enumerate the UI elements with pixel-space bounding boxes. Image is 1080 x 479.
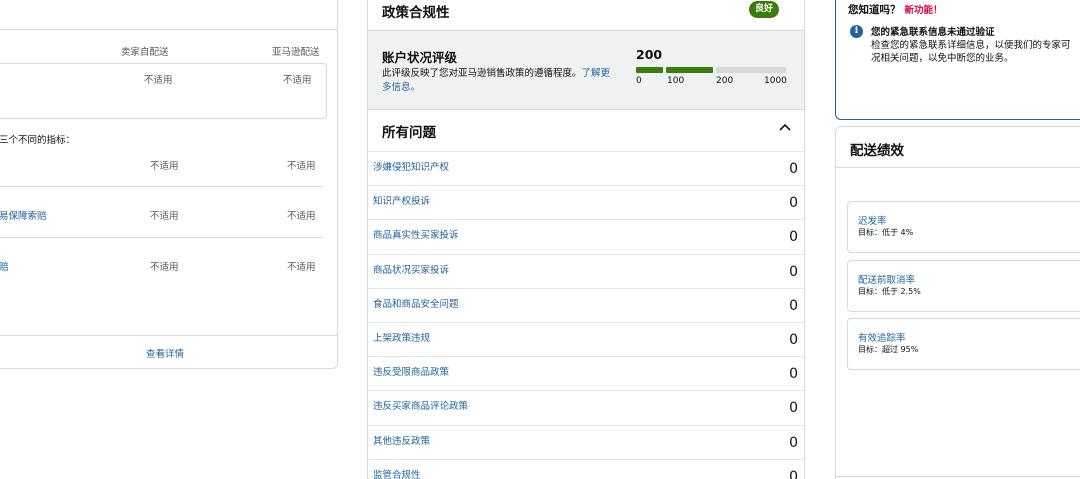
row-amazon-value: 不适用 [287, 211, 316, 222]
alert-text-line: 况相关问题，以免中断您的业务。 [871, 53, 1014, 64]
ahr-description: 此评级反映了您对亚马逊销售政策的遵循程度。了解更多信息。 [382, 67, 618, 95]
view-details-link[interactable]: 查看详情 [0, 346, 337, 360]
issue-label[interactable]: 其他违反政策 [373, 433, 430, 447]
row-amazon-value: 不适用 [287, 161, 316, 172]
metric-name[interactable]: 配送前取消率 [858, 272, 915, 286]
row-seller-value: 不适用 [150, 161, 179, 172]
card-divider [0, 29, 337, 30]
alert-text-line: 检查您的紧急联系详细信息，以便我们的专家可 [871, 40, 1071, 51]
metric-pre-fulfillment-cancel-rate: 配送前取消率 目标：低于 2.5% [847, 260, 1080, 312]
metric-name[interactable]: 迟发率 [858, 213, 887, 227]
ahr-score: 200 [636, 47, 663, 62]
odr-seller-value: 不适用 [144, 75, 173, 86]
issue-label[interactable]: 上架政策违规 [373, 330, 430, 344]
metrics-note: 三个不同的指标： [0, 135, 76, 146]
row-seller-value: 不适用 [150, 262, 179, 273]
issue-row: 违反受限商品政策 0 [368, 356, 804, 390]
issue-row: 商品状况买家投诉 0 [368, 253, 804, 288]
row-seller-value: 不适用 [150, 211, 179, 222]
card-footer-divider [0, 335, 337, 336]
issue-row: 涉嫌侵犯知识产权 0 [368, 151, 804, 185]
row-label-chargeback[interactable]: 赔 [0, 259, 9, 273]
ahr-title: 账户状况评级 [382, 50, 458, 65]
issue-count: 0 [789, 161, 798, 177]
all-issues-title: 所有问题 [382, 125, 436, 141]
issue-count: 0 [789, 263, 798, 280]
odr-amazon-value: 不适用 [283, 75, 312, 86]
row-divider [0, 237, 323, 238]
metric-late-shipment-rate: 迟发率 目标：低于 4% [847, 201, 1080, 253]
issue-row: 上架政策违规 0 [368, 322, 804, 356]
metric-target: 目标：低于 4% [858, 228, 914, 237]
issue-label[interactable]: 商品真实性买家投诉 [373, 227, 459, 241]
col-header-amazon-fulfilled: 亚马逊配送 [272, 47, 320, 58]
issue-label[interactable]: 食品和商品安全问题 [373, 296, 459, 310]
row-divider [0, 186, 323, 187]
metric-target: 目标：超过 95% [858, 345, 919, 354]
issue-count: 0 [789, 229, 798, 246]
score-bar-segment [666, 67, 713, 73]
issue-label[interactable]: 商品状况买家投诉 [373, 262, 449, 276]
issue-row: 商品真实性买家投诉 0 [368, 219, 804, 253]
card-header: 政策合规性 良好 [368, 0, 804, 31]
row-amazon-value: 不适用 [287, 262, 316, 273]
info-icon: i [850, 25, 863, 38]
col-header-seller-fulfilled: 卖家自配送 [121, 47, 169, 58]
issue-row: 监管合规性 0 [368, 458, 804, 479]
new-feature-label: 新功能！ [904, 5, 943, 16]
scale-tick: 0 [636, 76, 642, 86]
order-defect-card: 卖家自配送 亚马逊配送 不适用 不适用 三个不同的指标： 不适用 不适用 易保障… [0, 0, 338, 369]
shipping-performance-title: 配送绩效 [850, 143, 904, 159]
shipping-performance-card: 配送绩效 迟发率 目标：低于 4% 配送前取消率 目标：低于 2.5% 有效追踪… [835, 126, 1080, 479]
metric-valid-tracking-rate: 有效追踪率 目标：超过 95% [847, 318, 1080, 370]
scale-tick: 1000 [764, 76, 787, 86]
did-you-know-label: 您知道吗？ [848, 4, 901, 16]
issue-count: 0 [789, 468, 798, 479]
issue-label[interactable]: 监管合规性 [373, 467, 421, 479]
status-badge: 良好 [749, 1, 780, 18]
issue-row: 食品和商品安全问题 0 [368, 287, 804, 322]
odr-summary-box: 不适用 不适用 [0, 63, 327, 119]
scale-tick: 200 [716, 76, 734, 86]
did-you-know-card: 您知道吗？ 新功能！ i 您的紧急联系信息未通过验证 检查您的紧急联系详细信息，以… [835, 0, 1080, 120]
row-label-a-to-z-claims[interactable]: 易保障索赔 [0, 208, 47, 222]
scale-tick: 100 [667, 76, 685, 86]
metric-target: 目标：低于 2.5% [858, 287, 921, 296]
issue-label[interactable]: 违反受限商品政策 [373, 364, 449, 378]
score-bar-segment [716, 67, 786, 73]
did-you-know-heading: 您知道吗？ 新功能！ [848, 2, 943, 17]
chevron-up-icon[interactable] [779, 120, 791, 135]
issue-count: 0 [789, 434, 798, 451]
issue-row: 知识产权投诉 0 [368, 185, 804, 219]
policy-compliance-card: 政策合规性 良好 账户状况评级 此评级反映了您对亚马逊销售政策的遵循程度。了解更… [367, 0, 805, 479]
issue-label[interactable]: 违反买家商品评论政策 [373, 398, 468, 412]
metric-name[interactable]: 有效追踪率 [858, 330, 906, 344]
issue-row: 其他违反政策 0 [368, 424, 804, 459]
card-divider [836, 476, 1080, 477]
issue-row: 违反买家商品评论政策 0 [368, 390, 804, 424]
policy-compliance-title: 政策合规性 [382, 5, 450, 21]
issue-label[interactable]: 知识产权投诉 [373, 193, 430, 207]
emergency-contact-alert-title: 您的紧急联系信息未通过验证 [871, 27, 995, 38]
issue-count: 0 [789, 297, 798, 314]
issue-count: 0 [789, 400, 798, 417]
card-divider [836, 167, 1080, 168]
score-bar-segment [636, 67, 663, 73]
issue-count: 0 [789, 195, 798, 212]
ahr-description-text: 此评级反映了您对亚马逊销售政策的遵循程度。 [382, 68, 582, 79]
issue-label[interactable]: 涉嫌侵犯知识产权 [373, 159, 449, 173]
issue-count: 0 [789, 366, 798, 383]
account-health-rating: 账户状况评级 此评级反映了您对亚马逊销售政策的遵循程度。了解更多信息。 200 … [368, 30, 804, 110]
issue-count: 0 [789, 332, 798, 348]
